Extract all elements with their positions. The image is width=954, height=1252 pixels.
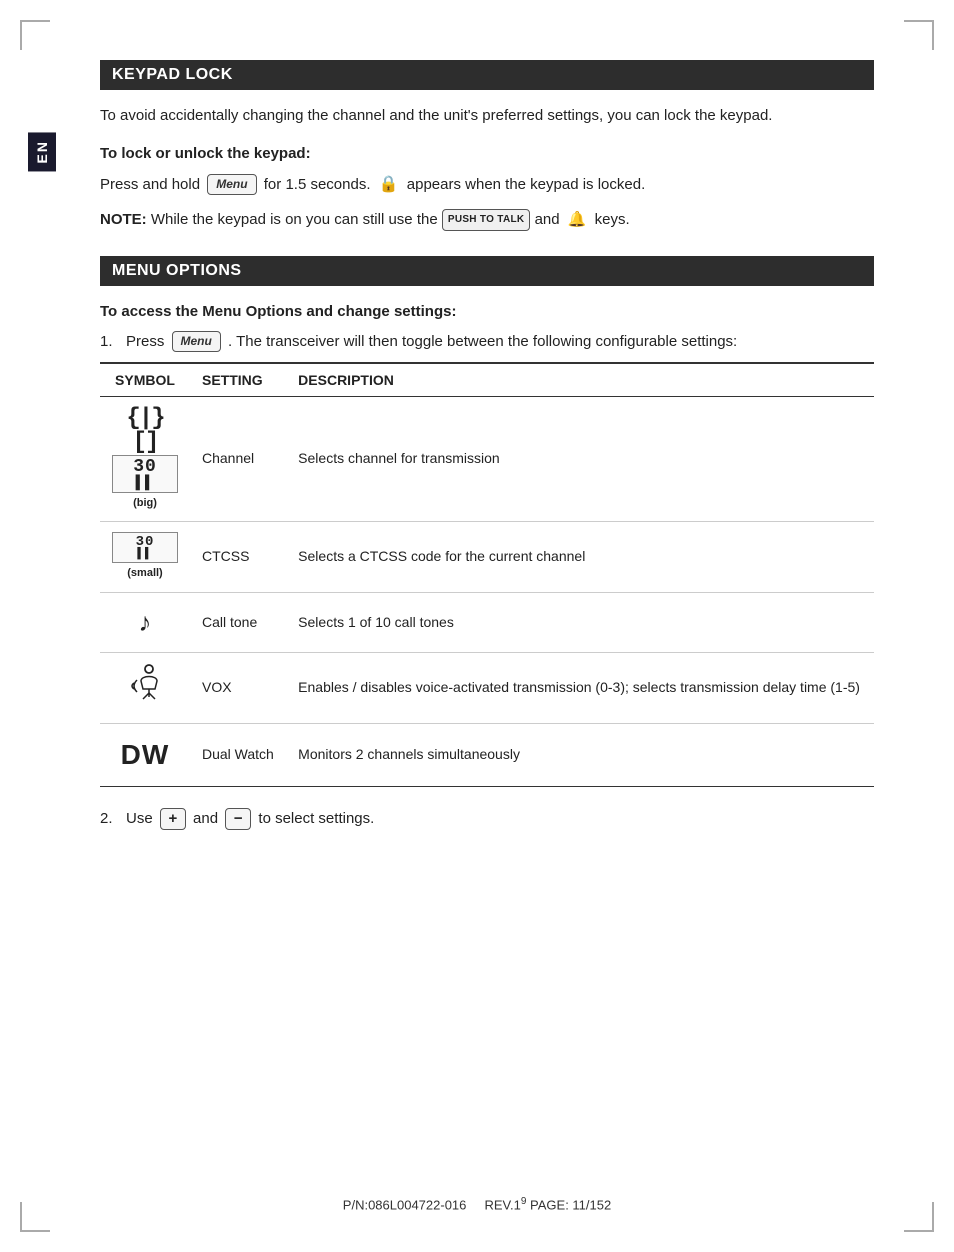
press-hold-suffix: appears when the keypad is locked. bbox=[407, 176, 645, 193]
step-1-content: Press Menu . The transceiver will then t… bbox=[126, 330, 874, 354]
table-row: VOX Enables / disables voice-activated t… bbox=[100, 652, 874, 723]
setting-call-tone: Call tone bbox=[190, 592, 286, 652]
step-2-content: Use + and − to select settings. bbox=[126, 807, 874, 831]
description-call-tone: Selects 1 of 10 call tones bbox=[286, 592, 874, 652]
symbol-call-tone: ♪ bbox=[100, 592, 190, 652]
symbol-channel-label: (big) bbox=[112, 495, 178, 512]
push-to-talk-button: PUSH TO TALK bbox=[442, 209, 531, 231]
step2-and: and bbox=[193, 810, 218, 827]
press-hold-middle: for 1.5 seconds. bbox=[264, 176, 371, 193]
symbol-ctcss-label: (small) bbox=[112, 565, 178, 582]
press-hold-prefix: Press and hold bbox=[100, 176, 200, 193]
note-and: and bbox=[535, 211, 564, 228]
table-header-symbol: SYMBOL bbox=[100, 363, 190, 397]
menu-button-inline[interactable]: Menu bbox=[207, 174, 256, 195]
setting-ctcss: CTCSS bbox=[190, 522, 286, 593]
keypad-lock-header: KEYPAD LOCK bbox=[100, 60, 874, 90]
menu-options-subtitle: To access the Menu Options and change se… bbox=[100, 300, 874, 324]
step-2-item: 2. Use + and − to select settings. bbox=[100, 807, 874, 831]
symbol-vox bbox=[100, 652, 190, 723]
minus-button[interactable]: − bbox=[225, 808, 251, 830]
part-number: P/N:086L004722-016 bbox=[343, 1197, 467, 1212]
table-header-setting: SETTING bbox=[190, 363, 286, 397]
table-header-description: DESCRIPTION bbox=[286, 363, 874, 397]
keypad-lock-title: KEYPAD LOCK bbox=[112, 66, 233, 83]
note-paragraph: NOTE: While the keypad is on you can sti… bbox=[100, 208, 874, 232]
description-channel: Selects channel for transmission bbox=[286, 396, 874, 522]
step-2-number: 2. bbox=[100, 807, 126, 831]
description-ctcss: Selects a CTCSS code for the current cha… bbox=[286, 522, 874, 593]
symbol-channel: {|}[] 3​0 ▌▌ (big) bbox=[100, 396, 190, 522]
step-1-number: 1. bbox=[100, 330, 126, 354]
note-keys: keys. bbox=[595, 211, 630, 228]
menu-options-header: MENU OPTIONS bbox=[100, 256, 874, 286]
menu-options-title: MENU OPTIONS bbox=[112, 262, 242, 279]
table-row: 3​0 ▌▌ (small) CTCSS Selects a CTCSS cod… bbox=[100, 522, 874, 593]
step-1-item: 1. Press Menu . The transceiver will the… bbox=[100, 330, 874, 354]
page-number: PAGE: 11/152 bbox=[530, 1197, 611, 1212]
lock-unlock-label: To lock or unlock the keypad: bbox=[100, 142, 874, 166]
setting-dual-watch: Dual Watch bbox=[190, 723, 286, 786]
plus-button[interactable]: + bbox=[160, 808, 186, 830]
rev-label: REV.1 bbox=[484, 1197, 520, 1212]
step2-suffix: to select settings. bbox=[258, 810, 374, 827]
menu-button-step1[interactable]: Menu bbox=[172, 331, 221, 352]
bell-icon: 🔔 bbox=[568, 208, 587, 232]
keypad-lock-intro: To avoid accidentally changing the chann… bbox=[100, 104, 874, 128]
step1-suffix: . The transceiver will then toggle betwe… bbox=[228, 333, 737, 350]
step2-prefix: Use bbox=[126, 810, 153, 827]
table-row: ♪ Call tone Selects 1 of 10 call tones bbox=[100, 592, 874, 652]
symbol-dw: DW bbox=[100, 723, 190, 786]
step1-prefix: Press bbox=[126, 333, 164, 350]
page-footer: P/N:086L004722-016 REV.19 PAGE: 11/152 bbox=[0, 1196, 954, 1212]
table-row: DW Dual Watch Monitors 2 channels simult… bbox=[100, 723, 874, 786]
music-note-icon: ♪ bbox=[112, 603, 178, 642]
vox-icon bbox=[127, 663, 163, 707]
note-label: NOTE: bbox=[100, 211, 147, 228]
description-vox: Enables / disables voice-activated trans… bbox=[286, 652, 874, 723]
symbol-ctcss: 3​0 ▌▌ (small) bbox=[100, 522, 190, 593]
setting-channel: Channel bbox=[190, 396, 286, 522]
rev-superscript: 9 bbox=[521, 1196, 527, 1207]
lock-icon: 🔒 bbox=[379, 172, 399, 198]
note-content: While the keypad is on you can still use… bbox=[151, 211, 438, 228]
dw-icon: DW bbox=[112, 734, 178, 776]
description-dual-watch: Monitors 2 channels simultaneously bbox=[286, 723, 874, 786]
table-row: {|}[] 3​0 ▌▌ (big) Channel Selects chann… bbox=[100, 396, 874, 522]
press-hold-instruction: Press and hold Menu for 1.5 seconds. 🔒 a… bbox=[100, 172, 874, 198]
settings-table: SYMBOL SETTING DESCRIPTION {|}[] 3​0 bbox=[100, 362, 874, 787]
setting-vox: VOX bbox=[190, 652, 286, 723]
